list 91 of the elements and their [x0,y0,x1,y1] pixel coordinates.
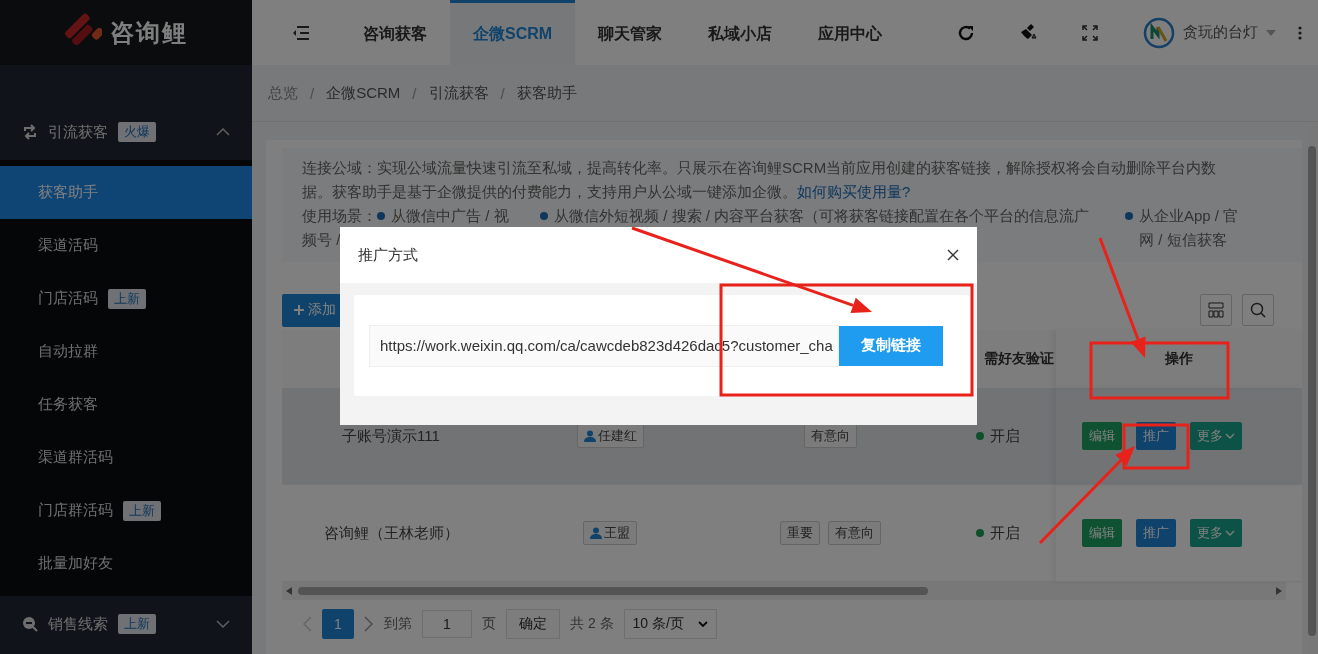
dialog-title: 推广方式 [358,245,418,265]
scroll-right-icon[interactable] [1276,587,1282,595]
sidebar-item[interactable]: 自动拉群 [0,325,252,378]
page-unit: 页 [482,615,496,633]
caret-down-icon[interactable] [1266,29,1277,36]
sidebar-group[interactable]: 引流获客 火爆 [0,104,252,160]
sidebar-item[interactable]: 门店群活码 上新 [0,484,252,537]
search-icon [1250,302,1266,318]
search-icon [22,616,38,632]
table-cell: 咨询鲤（王林老师） [323,523,459,543]
scene-text: 从企业App / 官 [1139,207,1239,224]
person-icon [590,527,602,539]
description-text: 连接公域：实现公域流量快速引流至私域，提高转化率。只展示在咨询鲤SCRM当前应用创建的获客链接，解除授权将会自动删除平台内数据。获客助手是基于企微提供的付费能力，支持用户从公域一键添加企微。如何购买使用量? [302,158,1218,202]
scene-text: 频号 / [302,231,341,248]
nav-tab[interactable]: 咨询获客 [340,0,450,65]
owner-tag: 王盟 [583,521,637,545]
status-dot [976,529,984,537]
nav-tab[interactable]: 应用中心 [795,0,906,65]
goto-label: 到第 [384,615,412,633]
user-name[interactable]: 贪玩的台灯 [1183,23,1259,42]
chevron-down-icon [216,620,230,628]
buy-usage-link[interactable]: 如何购买使用量? [797,183,911,200]
share-arrows-icon [22,124,38,140]
breadcrumb-item[interactable]: 企微SCRM [326,83,401,103]
breadcrumb-item[interactable]: 引流获客 [428,83,489,103]
sidebar-group[interactable]: 销售线索 上新 [0,596,252,652]
sidebar-item[interactable]: 渠道活码 [0,219,252,272]
close-icon[interactable] [947,249,959,261]
person-icon [583,430,596,442]
chevron-up-icon [216,128,230,136]
more-button[interactable]: 更多 [1190,422,1242,450]
grid-icon [1208,302,1224,318]
chevron-down-icon [1225,433,1235,439]
nav-tab[interactable]: 聊天管家 [575,0,686,65]
hot-badge: 火爆 [118,122,156,142]
column-header: 需好友验证 [984,350,1054,368]
breadcrumb-separator: / [500,84,505,102]
status-text: 开启 [990,426,1020,446]
sidebar-item[interactable]: 门店活码 上新 [0,272,252,325]
more-button[interactable]: 更多 [1190,519,1242,547]
column-header: 操作 [1165,350,1193,368]
app-logo-text: 咨询鲤 [110,17,188,48]
label-tag: 有意向 [827,521,881,545]
search-button[interactable] [1242,294,1274,326]
sidebar-item[interactable]: 渠道群活码 [0,431,252,484]
new-badge: 上新 [123,500,161,521]
scroll-left-icon[interactable] [286,587,292,595]
horizontal-scrollbar[interactable] [282,582,1286,600]
edit-button[interactable]: 编辑 [1082,422,1122,450]
status-text: 开启 [990,523,1020,543]
scene-text: 网 / 短信获客 [1139,231,1227,248]
table-cell: 子账号演示111 [342,426,440,446]
owner-tag: 任建红 [576,424,644,448]
status-dot [976,432,984,440]
breadcrumb-separator: / [310,84,315,102]
refresh-icon[interactable] [957,23,976,42]
bullet-icon [1125,212,1133,220]
more-vertical-icon[interactable] [1298,25,1303,40]
promote-button[interactable]: 推广 [1136,519,1176,547]
scene-text: 从微信中广告 / 视 [391,207,509,224]
page-button[interactable]: 1 [322,609,354,639]
chevron-down-icon [1225,530,1235,536]
bullet-icon [377,212,385,220]
fullscreen-icon[interactable] [1082,24,1099,41]
scene-text: 从微信外短视频 / 搜索 / 内容平台获客（可将获客链接配置在各个平台的信息流广 [554,207,1089,224]
hot-badge: 上新 [118,614,156,634]
scene-label: 使用场景： [302,207,377,224]
confirm-button[interactable]: 确定 [506,609,560,639]
sidebar-item[interactable]: 获客助手 [0,166,252,219]
highlight-frame [1122,423,1190,470]
edit-button[interactable]: 编辑 [1082,519,1122,547]
new-badge: 上新 [108,288,146,309]
nav-tab[interactable]: 企微SCRM [450,0,576,65]
nav-tab[interactable]: 私域小店 [685,0,796,65]
copy-link-button[interactable]: 复制链接 [839,325,943,366]
label-tag: 有意向 [803,424,857,448]
breadcrumb-item: 获客助手 [516,83,577,103]
menu-fold-icon[interactable] [292,24,310,41]
columns-button[interactable] [1200,294,1232,326]
sidebar-item[interactable]: 任务获客 [0,378,252,431]
page-input[interactable]: 1 [422,610,472,638]
sidebar-item[interactable]: 批量加好友 [0,537,252,590]
avatar-icon[interactable] [1143,16,1176,49]
total-count: 共 2 条 [570,615,614,633]
bullet-icon [540,212,548,220]
chevron-down-icon [697,621,708,627]
plus-icon [294,305,304,315]
breadcrumb-separator: / [412,84,417,102]
next-page-icon[interactable] [364,616,374,632]
page-size-select[interactable]: 10 条/页 [623,609,717,639]
label-tag: 重要 [779,521,820,545]
